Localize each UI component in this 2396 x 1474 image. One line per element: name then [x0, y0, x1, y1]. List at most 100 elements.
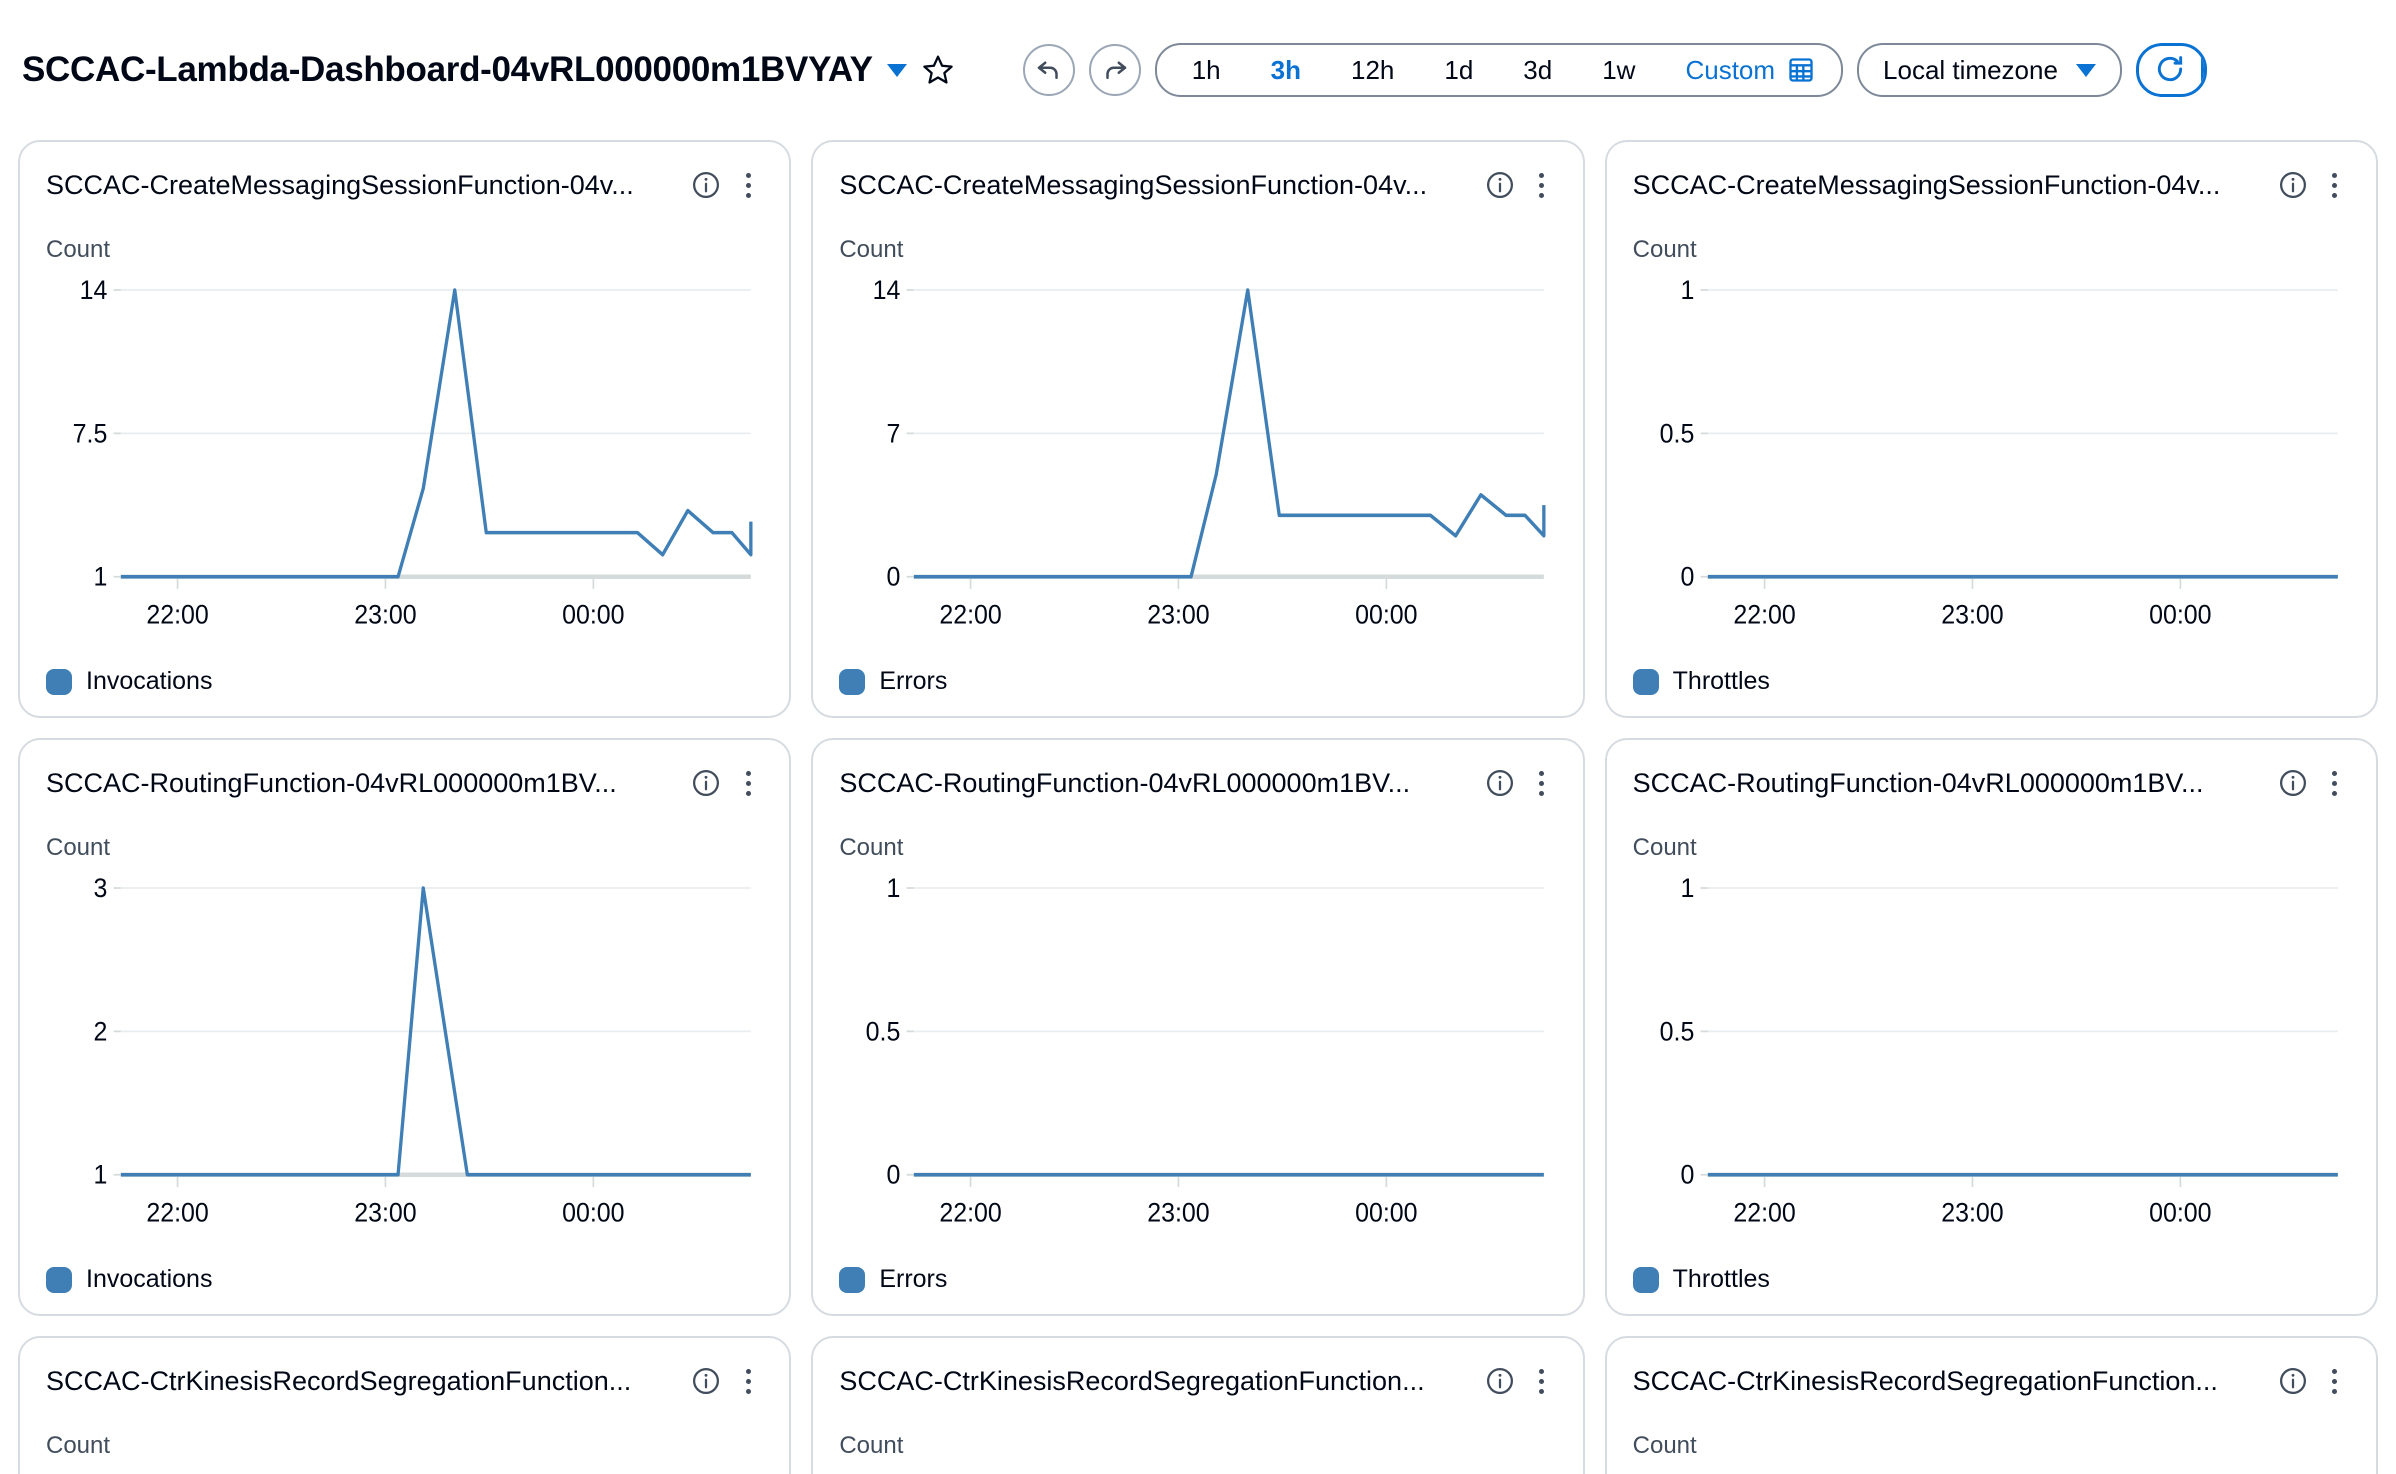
svg-text:1: 1	[93, 1161, 107, 1190]
info-icon[interactable]	[691, 1366, 721, 1396]
kebab-menu-icon[interactable]	[2320, 1364, 2350, 1398]
svg-text:22:00: 22:00	[146, 601, 208, 630]
kebab-menu-icon[interactable]	[1527, 1364, 1557, 1398]
widget-grid: SCCAC-CreateMessagingSessionFunction-04v…	[0, 140, 2396, 1474]
refresh-button[interactable]	[2139, 46, 2201, 94]
undo-button[interactable]	[1022, 44, 1075, 96]
custom-range-button[interactable]: Custom	[1660, 45, 1787, 95]
dashboard-header: SCCAC-Lambda-Dashboard-04vRL000000m1BVYA…	[0, 0, 2396, 140]
svg-text:1: 1	[1680, 276, 1694, 305]
widget-header: SCCAC-CtrKinesisRecordSegregationFunctio…	[1633, 1360, 2350, 1402]
kebab-menu-icon[interactable]	[1527, 168, 1557, 202]
chart-legend[interactable]: Invocations	[46, 1265, 763, 1294]
chart-legend[interactable]: Throttles	[1632, 667, 2350, 696]
svg-text:22:00: 22:00	[940, 1199, 1002, 1228]
legend-color-swatch	[839, 668, 866, 695]
chart-plot-area[interactable]: 0 7 14 22:00 23:00 00:00	[839, 270, 1556, 659]
widget-header: SCCAC-CtrKinesisRecordSegregationFunctio…	[46, 1360, 763, 1402]
info-icon[interactable]	[691, 768, 721, 798]
metric-widget: SCCAC-CtrKinesisRecordSegregationFunctio…	[1604, 1336, 2378, 1474]
svg-text:23:00: 23:00	[1941, 601, 2003, 630]
y-axis-unit-label: Count	[46, 834, 111, 861]
chart-plot-area[interactable]: 0 0.5 1 22:00 23:00 00:00	[839, 868, 1556, 1257]
calendar-icon[interactable]	[1787, 56, 1815, 84]
svg-text:1: 1	[1680, 874, 1694, 903]
info-icon[interactable]	[691, 170, 721, 200]
widget-title: SCCAC-RoutingFunction-04vRL000000m1BV...	[1632, 767, 2204, 798]
widget-header: SCCAC-CreateMessagingSessionFunction-04v…	[1633, 164, 2350, 206]
legend-label: Invocations	[86, 667, 213, 695]
chart-legend[interactable]: Invocations	[46, 667, 763, 696]
legend-color-swatch	[46, 1266, 72, 1293]
chevron-down-icon	[2075, 63, 2096, 77]
y-axis-unit-label: Count	[1632, 834, 1697, 861]
widget-title: SCCAC-RoutingFunction-04vRL000000m1BV...	[839, 767, 1411, 798]
widget-title: SCCAC-CtrKinesisRecordSegregationFunctio…	[839, 1365, 1425, 1396]
time-range-1w[interactable]: 1w	[1577, 45, 1660, 95]
y-axis-unit-label: Count	[1632, 1432, 1697, 1459]
info-icon[interactable]	[2278, 1366, 2308, 1396]
timezone-dropdown[interactable]: Local timezone	[1857, 43, 2122, 97]
metric-widget: SCCAC-CtrKinesisRecordSegregationFunctio…	[811, 1336, 1585, 1474]
chart-plot-area[interactable]: 1 7.5 14 22:00 23:00 00:00	[46, 270, 763, 659]
svg-text:7: 7	[887, 420, 901, 449]
time-range-3h[interactable]: 3h	[1246, 45, 1326, 95]
dashboard-toolbar: 1h 3h 12h 1d 3d 1w Custom Local timezone	[1022, 43, 2207, 97]
info-icon[interactable]	[1485, 1366, 1515, 1396]
dashboard-title-group: SCCAC-Lambda-Dashboard-04vRL000000m1BVYA…	[22, 50, 955, 90]
y-axis-unit-label: Count	[46, 1432, 111, 1459]
time-range-1d[interactable]: 1d	[1419, 45, 1498, 95]
chart-plot-area[interactable]: 0 0.5 1 22:00 23:00 00:00	[1633, 270, 2350, 659]
kebab-menu-icon[interactable]	[733, 1364, 763, 1398]
svg-text:7.5: 7.5	[73, 420, 108, 449]
info-icon[interactable]	[2278, 768, 2308, 798]
legend-color-swatch	[839, 1266, 866, 1293]
legend-label: Errors	[879, 667, 948, 695]
svg-text:0.5: 0.5	[1659, 420, 1694, 449]
legend-color-swatch	[46, 668, 72, 695]
metric-widget: SCCAC-RoutingFunction-04vRL000000m1BV...…	[811, 738, 1585, 1316]
time-range-12h[interactable]: 12h	[1326, 45, 1419, 95]
chevron-down-icon[interactable]	[886, 63, 907, 77]
svg-text:00:00: 00:00	[562, 601, 624, 630]
metric-widget: SCCAC-CreateMessagingSessionFunction-04v…	[811, 140, 1585, 718]
kebab-menu-icon[interactable]	[2320, 766, 2350, 800]
widget-title: SCCAC-RoutingFunction-04vRL000000m1BV...	[46, 767, 617, 798]
undo-arrow-icon	[1034, 54, 1064, 87]
chart-legend[interactable]: Errors	[839, 667, 1556, 696]
kebab-menu-icon[interactable]	[733, 168, 763, 202]
legend-label: Throttles	[1672, 667, 1770, 695]
info-icon[interactable]	[2278, 170, 2308, 200]
legend-color-swatch	[1632, 668, 1659, 695]
chart-plot-area[interactable]: 1 2 3 22:00 23:00 00:00	[46, 868, 763, 1257]
timezone-label: Local timezone	[1883, 54, 2058, 85]
svg-text:23:00: 23:00	[1148, 601, 1210, 630]
svg-text:14: 14	[873, 276, 901, 305]
chart-legend[interactable]: Throttles	[1632, 1265, 2350, 1294]
time-range-1h[interactable]: 1h	[1167, 45, 1246, 95]
kebab-menu-icon[interactable]	[733, 766, 763, 800]
star-outline-icon[interactable]	[921, 53, 955, 87]
widget-header: SCCAC-RoutingFunction-04vRL000000m1BV...	[46, 762, 763, 804]
svg-text:0: 0	[887, 1161, 901, 1190]
chart-plot-area[interactable]: 0 0.5 1 22:00 23:00 00:00	[1633, 868, 2350, 1257]
svg-text:23:00: 23:00	[354, 601, 416, 630]
widget-title: SCCAC-CreateMessagingSessionFunction-04v…	[839, 169, 1428, 200]
widget-header: SCCAC-RoutingFunction-04vRL000000m1BV...	[839, 762, 1556, 804]
svg-text:0: 0	[1680, 563, 1694, 592]
redo-button[interactable]	[1088, 44, 1141, 96]
svg-text:14: 14	[80, 276, 108, 305]
info-icon[interactable]	[1485, 170, 1515, 200]
time-range-3d[interactable]: 3d	[1498, 45, 1577, 95]
chart-legend[interactable]: Errors	[839, 1265, 1556, 1294]
kebab-menu-icon[interactable]	[1527, 766, 1557, 800]
svg-text:1: 1	[93, 563, 107, 592]
widget-title: SCCAC-CreateMessagingSessionFunction-04v…	[46, 169, 634, 200]
widget-title: SCCAC-CreateMessagingSessionFunction-04v…	[1632, 169, 2221, 200]
kebab-menu-icon[interactable]	[2320, 168, 2350, 202]
metric-widget: SCCAC-RoutingFunction-04vRL000000m1BV...…	[1604, 738, 2378, 1316]
svg-text:0.5: 0.5	[866, 1018, 901, 1047]
svg-text:0: 0	[887, 563, 901, 592]
info-icon[interactable]	[1485, 768, 1515, 798]
svg-text:00:00: 00:00	[562, 1199, 624, 1228]
